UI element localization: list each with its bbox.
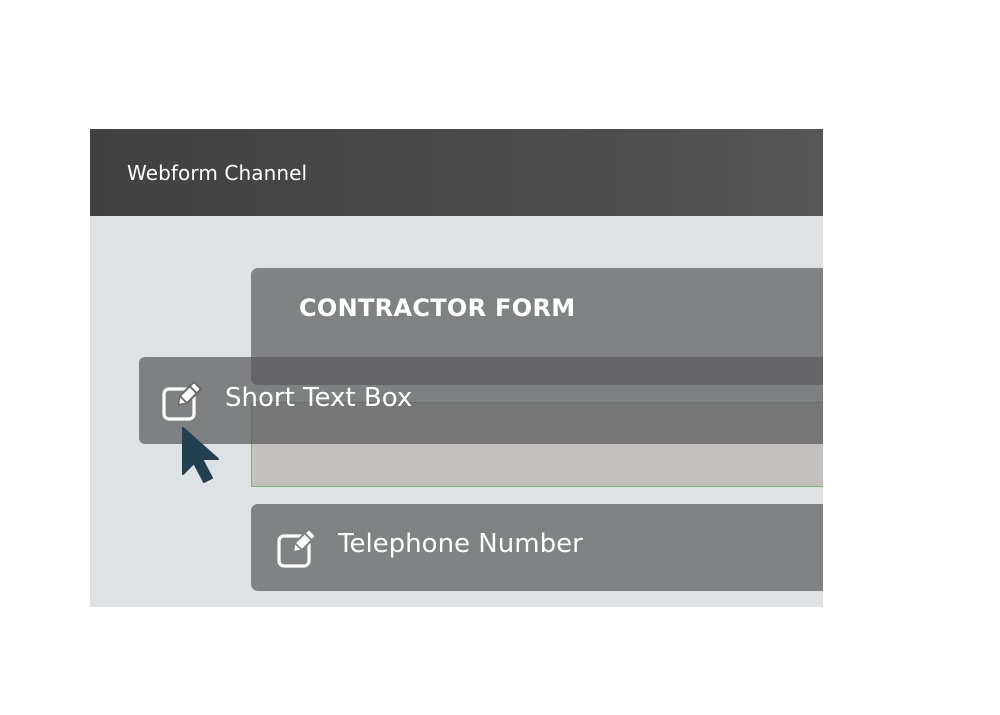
field-item-label: Telephone Number — [338, 529, 583, 559]
field-item-telephone-number[interactable]: Telephone Number — [251, 504, 823, 591]
mouse-pointer-icon — [182, 427, 219, 483]
dragged-field-short-text-box[interactable]: Short Text Box — [139, 357, 823, 444]
edit-icon — [277, 528, 317, 568]
window-title: Webform Channel — [127, 161, 308, 185]
form-title: CONTRACTOR FORM — [299, 294, 576, 322]
edit-icon — [162, 381, 202, 421]
window-titlebar: Webform Channel — [90, 129, 823, 216]
webform-window: Webform Channel CONTRACTOR FORM Telephon… — [90, 129, 823, 607]
dragged-field-label: Short Text Box — [225, 383, 413, 413]
